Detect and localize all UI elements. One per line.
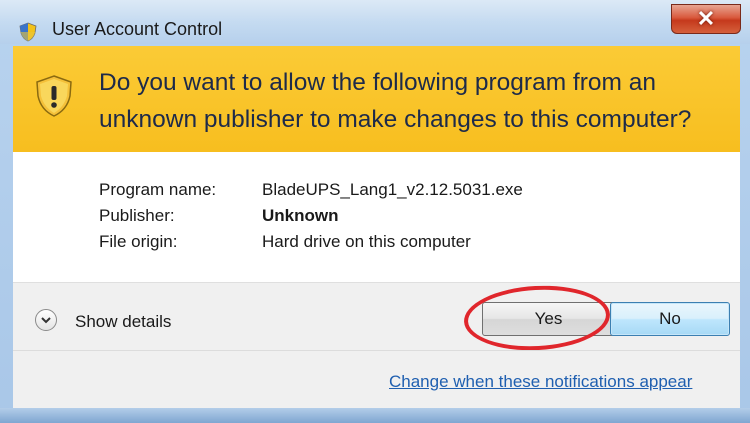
notification-settings-link[interactable]: Change when these notifications appear	[389, 372, 692, 392]
program-name-label: Program name:	[99, 180, 217, 199]
window-title: User Account Control	[52, 19, 223, 39]
warning-shield-icon	[36, 75, 72, 117]
program-name-value: BladeUPS_Lang1_v2.12.5031.exe	[262, 180, 523, 199]
show-details-toggle[interactable]	[35, 309, 57, 331]
show-details-label[interactable]: Show details	[75, 312, 171, 332]
banner-message: Do you want to allow the following progr…	[99, 69, 692, 133]
window-bottom-border	[0, 408, 750, 423]
publisher-value: Unknown	[262, 206, 339, 225]
close-button[interactable]: ✕	[671, 4, 741, 34]
publisher-label: Publisher:	[99, 206, 175, 225]
uac-shield-icon	[19, 22, 37, 42]
no-button[interactable]: No	[610, 302, 730, 336]
footer-divider	[13, 350, 740, 351]
file-origin-value: Hard drive on this computer	[262, 232, 471, 251]
chevron-down-icon[interactable]	[40, 314, 52, 326]
file-origin-label: File origin:	[99, 232, 178, 251]
close-icon[interactable]: ✕	[697, 8, 715, 30]
